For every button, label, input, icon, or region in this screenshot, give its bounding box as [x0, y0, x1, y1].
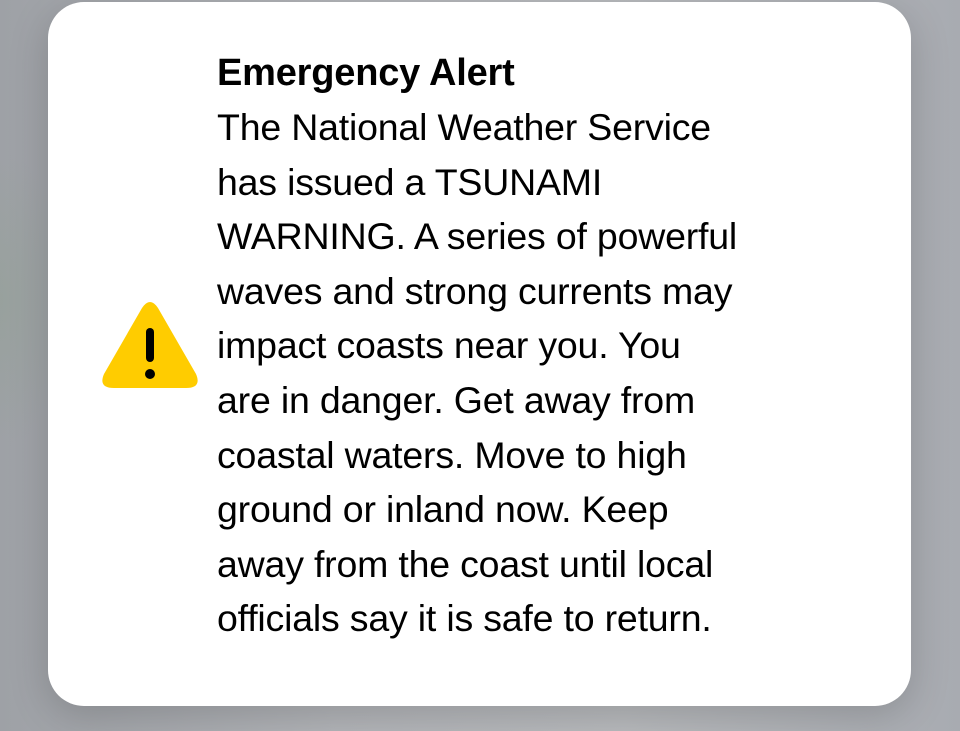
alert-message-line: has issued a TSUNAMI [217, 160, 603, 203]
alert-message-line: ground or inland now. Keep [217, 488, 669, 531]
alert-message-line: coastal waters. Move to high [217, 433, 687, 476]
alert-message-line: officials say it is safe to return. [217, 597, 712, 640]
alert-message-line: waves and strong currents may [217, 269, 733, 312]
alert-content: Emergency Alert The National Weather Ser… [217, 46, 877, 646]
emergency-alert-notification[interactable]: Emergency Alert The National Weather Ser… [48, 2, 911, 706]
alert-message-line: impact coasts near you. You [217, 324, 681, 367]
warning-triangle-icon [100, 300, 200, 396]
alert-message-line: away from the coast until local [217, 542, 714, 585]
alert-message-line: are in danger. Get away from [217, 378, 695, 421]
alert-title: Emergency Alert [217, 52, 515, 94]
alert-message: The National Weather Service has issued … [217, 100, 877, 646]
alert-message-line: WARNING. A series of powerful [217, 215, 738, 258]
alert-message-line: The National Weather Service [217, 106, 711, 148]
